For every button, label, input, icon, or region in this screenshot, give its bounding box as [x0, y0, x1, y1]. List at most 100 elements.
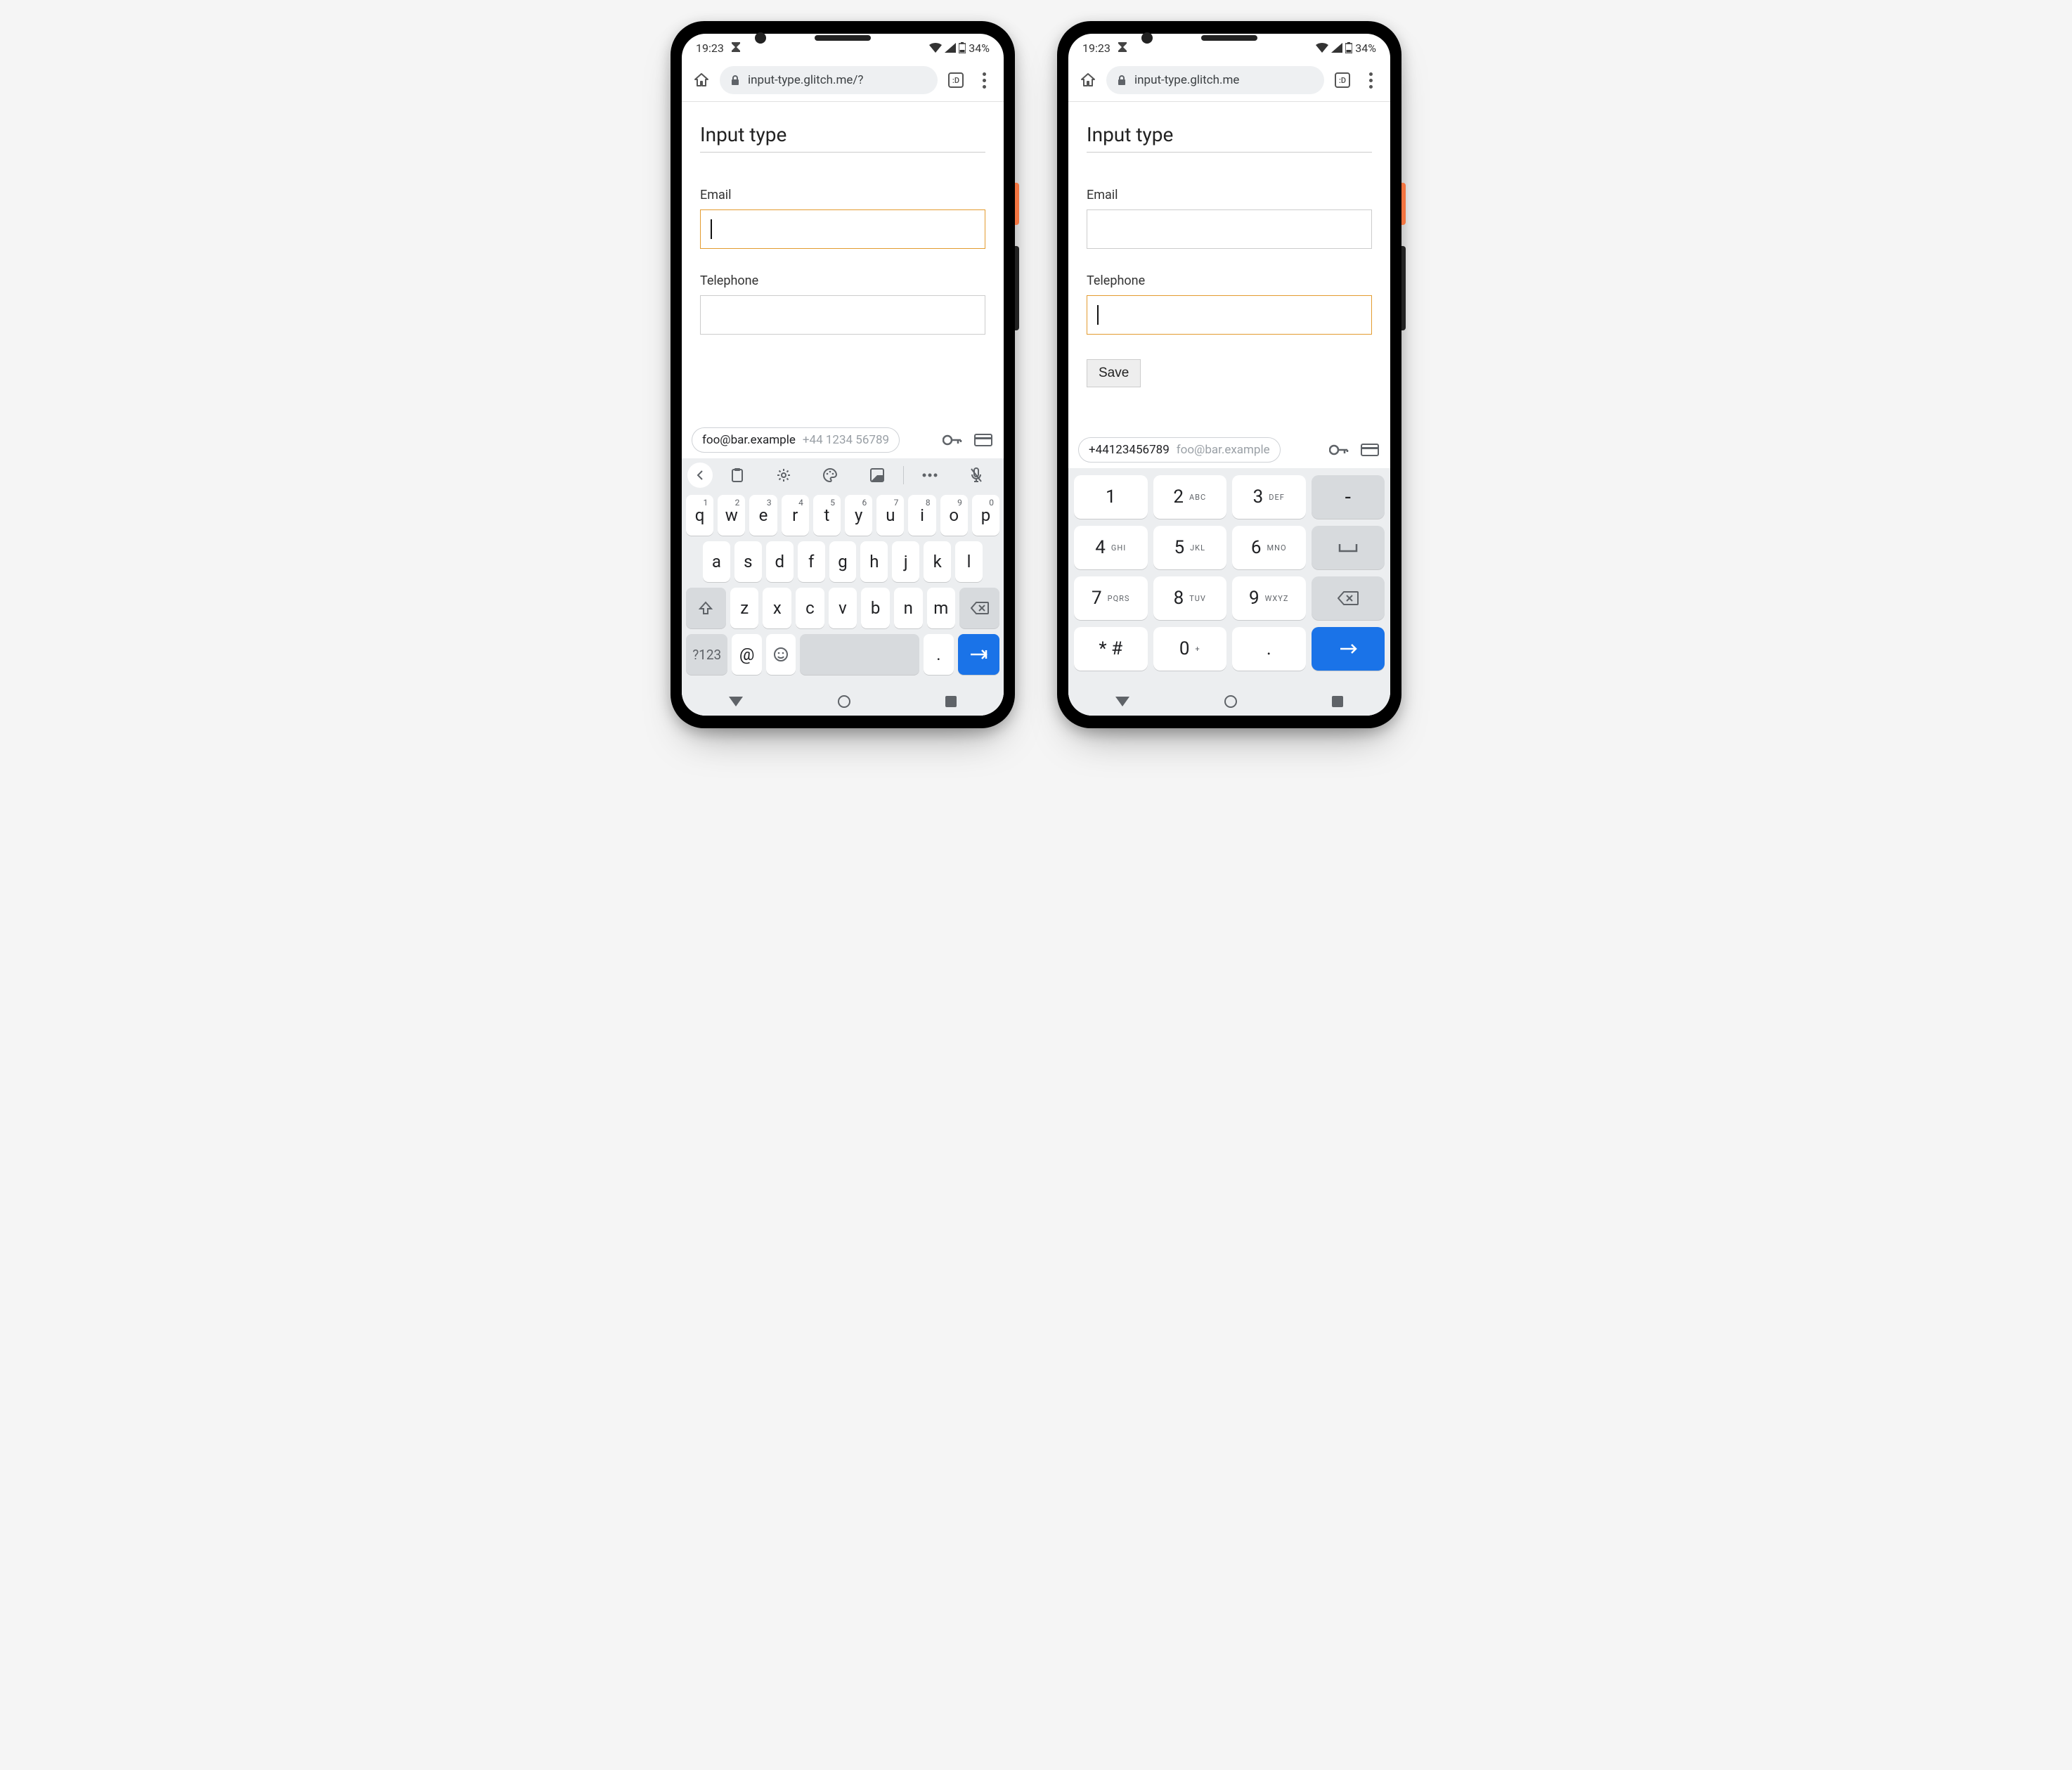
- battery-icon: [1345, 42, 1352, 53]
- autofill-chip[interactable]: foo@bar.example +44 1234 56789: [692, 427, 900, 453]
- email-field[interactable]: [700, 209, 985, 249]
- key-r[interactable]: r4: [782, 495, 809, 536]
- numkey-6[interactable]: 6MNO: [1232, 526, 1306, 569]
- url-bar[interactable]: input-type.glitch.me: [1106, 66, 1324, 94]
- numkey-9[interactable]: 9WXYZ: [1232, 576, 1306, 620]
- key-g[interactable]: g: [829, 541, 857, 582]
- telephone-field[interactable]: [700, 295, 985, 335]
- numkey-5[interactable]: 5JKL: [1153, 526, 1227, 569]
- space-key[interactable]: [1312, 526, 1385, 569]
- tabs-button[interactable]: :D: [946, 70, 966, 90]
- key-j[interactable]: j: [892, 541, 919, 582]
- key-c[interactable]: c: [796, 588, 824, 628]
- power-button[interactable]: [1401, 183, 1406, 225]
- power-button[interactable]: [1015, 183, 1019, 225]
- volume-button[interactable]: [1015, 246, 1019, 330]
- backspace-key[interactable]: [959, 588, 999, 628]
- screen: 19:23 34%: [682, 34, 1004, 716]
- home-button[interactable]: [1078, 70, 1098, 90]
- payment-card-icon[interactable]: [1359, 444, 1380, 456]
- symbols-key[interactable]: ?123: [686, 634, 727, 675]
- shift-key[interactable]: [686, 588, 726, 628]
- numkey-0[interactable]: 0+: [1153, 627, 1227, 671]
- mic-off-icon[interactable]: [954, 461, 998, 489]
- key-w[interactable]: w2: [718, 495, 745, 536]
- nav-recent[interactable]: [945, 696, 957, 707]
- numkey-8[interactable]: 8TUV: [1153, 576, 1227, 620]
- save-button[interactable]: Save: [1087, 359, 1141, 387]
- telephone-label: Telephone: [1087, 273, 1372, 288]
- nav-back[interactable]: [729, 697, 743, 706]
- page-content: Input type Email Telephone Save: [1068, 102, 1390, 394]
- key-h[interactable]: h: [860, 541, 888, 582]
- tabs-button[interactable]: :D: [1333, 70, 1352, 90]
- autofill-chip[interactable]: +44123456789 foo@bar.example: [1078, 437, 1281, 463]
- numeric-keypad: 12ABC3DEF- 4GHI5JKL6MNO 7PQRS8TUV9WXYZ * #0…: [1068, 468, 1390, 687]
- palette-icon[interactable]: [808, 461, 852, 489]
- key-q[interactable]: q1: [686, 495, 713, 536]
- key-l[interactable]: l: [955, 541, 983, 582]
- key-z[interactable]: z: [730, 588, 759, 628]
- payment-card-icon[interactable]: [973, 434, 994, 446]
- keyboard-area: +44123456789 foo@bar.example 12ABC3DEF- 4…: [1068, 432, 1390, 716]
- backspace-key[interactable]: [1312, 576, 1385, 620]
- autofill-bar: +44123456789 foo@bar.example: [1068, 432, 1390, 468]
- key-n[interactable]: n: [894, 588, 923, 628]
- key-s[interactable]: s: [734, 541, 762, 582]
- wifi-icon: [929, 43, 942, 53]
- menu-button[interactable]: [1361, 70, 1380, 90]
- numkey-[interactable]: * #: [1074, 627, 1148, 671]
- key-i[interactable]: i8: [908, 495, 935, 536]
- page-content: Input type Email Telephone: [682, 102, 1004, 366]
- numkey-3[interactable]: 3DEF: [1232, 475, 1306, 519]
- url-bar[interactable]: input-type.glitch.me/?: [720, 66, 938, 94]
- key-d[interactable]: d: [766, 541, 794, 582]
- collapse-toolbar-button[interactable]: [687, 463, 713, 488]
- volume-button[interactable]: [1401, 246, 1406, 330]
- numkey-[interactable]: .: [1232, 627, 1306, 671]
- key-y[interactable]: y6: [845, 495, 872, 536]
- nav-home[interactable]: [838, 695, 850, 708]
- key-u[interactable]: u7: [876, 495, 904, 536]
- minus-key[interactable]: -: [1312, 475, 1385, 519]
- menu-button[interactable]: [974, 70, 994, 90]
- nav-back[interactable]: [1115, 697, 1129, 706]
- autofill-bar: foo@bar.example +44 1234 56789: [682, 422, 1004, 458]
- enter-key[interactable]: [958, 634, 999, 675]
- numkey-4[interactable]: 4GHI: [1074, 526, 1148, 569]
- key-e[interactable]: e3: [749, 495, 777, 536]
- numkey-1[interactable]: 1: [1074, 475, 1148, 519]
- telephone-label: Telephone: [700, 273, 985, 288]
- home-button[interactable]: [692, 70, 711, 90]
- key-f[interactable]: f: [798, 541, 825, 582]
- nav-recent[interactable]: [1332, 696, 1343, 707]
- keyboard-area: foo@bar.example +44 1234 56789: [682, 422, 1004, 716]
- key-b[interactable]: b: [861, 588, 890, 628]
- floating-keyboard-icon[interactable]: [855, 461, 899, 489]
- key-v[interactable]: v: [829, 588, 857, 628]
- password-key-icon[interactable]: [942, 434, 963, 446]
- nav-home[interactable]: [1224, 695, 1237, 708]
- key-o[interactable]: o9: [940, 495, 968, 536]
- at-key[interactable]: @: [732, 634, 761, 675]
- key-a[interactable]: a: [703, 541, 730, 582]
- key-t[interactable]: t5: [813, 495, 841, 536]
- password-key-icon[interactable]: [1328, 444, 1349, 456]
- emoji-key[interactable]: [766, 634, 796, 675]
- email-field[interactable]: [1087, 209, 1372, 249]
- more-icon[interactable]: [908, 461, 952, 489]
- key-x[interactable]: x: [763, 588, 791, 628]
- telephone-field[interactable]: [1087, 295, 1372, 335]
- enter-key[interactable]: [1312, 627, 1385, 671]
- period-key[interactable]: .: [924, 634, 953, 675]
- gear-icon[interactable]: [762, 461, 805, 489]
- key-m[interactable]: m: [927, 588, 956, 628]
- clipboard-icon[interactable]: [716, 461, 759, 489]
- numkey-7[interactable]: 7PQRS: [1074, 576, 1148, 620]
- key-p[interactable]: p0: [972, 495, 999, 536]
- space-key[interactable]: [800, 634, 919, 675]
- autofill-phone: +44 1234 56789: [803, 433, 889, 447]
- front-camera: [1141, 32, 1153, 44]
- numkey-2[interactable]: 2ABC: [1153, 475, 1227, 519]
- key-k[interactable]: k: [924, 541, 951, 582]
